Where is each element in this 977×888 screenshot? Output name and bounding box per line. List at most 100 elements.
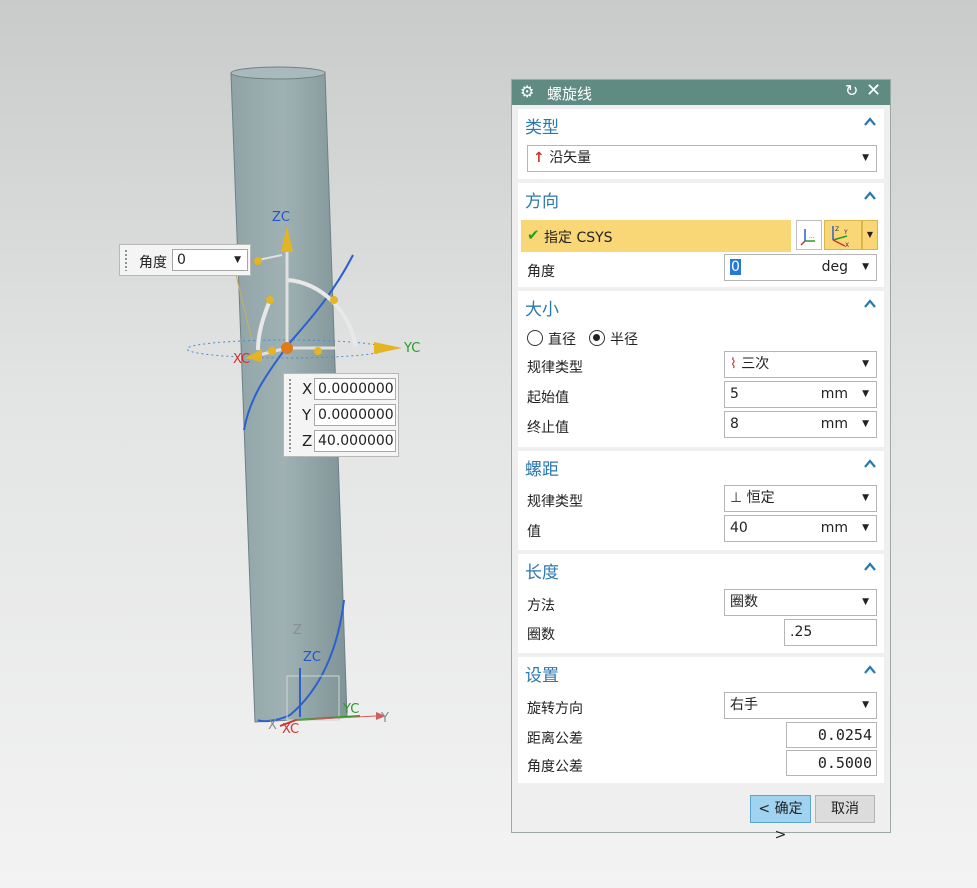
origin-handle bbox=[281, 342, 293, 354]
arc-handle-1 bbox=[266, 296, 274, 304]
constant-law-icon: ⊥ bbox=[730, 490, 743, 506]
distance-tolerance-input[interactable]: 0.0254 bbox=[786, 722, 877, 748]
ok-button[interactable]: < 确定 > bbox=[750, 795, 811, 843]
pitch-value-label: 值 bbox=[527, 524, 541, 540]
length-method-value: 圈数 bbox=[730, 594, 758, 610]
settings-group: 设置 旋转方向 右手 ▼ 距离公差 0.0254 角度公差 0.5000 bbox=[518, 657, 884, 783]
svg-text:Z: Z bbox=[835, 226, 839, 233]
chevron-down-icon: ▼ bbox=[862, 597, 869, 607]
direction-group: 方向 ✔ 指定 CSYS ... Z Y X ▼ 角度 0 deg ▼ bbox=[518, 183, 884, 287]
pitch-group: 螺距 规律类型 ⊥ 恒定 ▼ 值 40 mm ▼ bbox=[518, 451, 884, 550]
chevron-down-icon: ▼ bbox=[862, 262, 869, 272]
size-law-type-select[interactable]: ⌇ 三次 ▼ bbox=[724, 351, 877, 378]
start-value-input[interactable]: 5 mm ▼ bbox=[724, 381, 877, 408]
yc-axis-arrow bbox=[374, 342, 402, 354]
coord-row-y: Y 0.0000000 bbox=[298, 403, 398, 427]
direction-angle-label: 角度 bbox=[527, 264, 555, 280]
angle-tolerance-input[interactable]: 0.5000 bbox=[786, 750, 877, 776]
start-value-label: 起始值 bbox=[527, 390, 569, 406]
angle-popup-value: 0 bbox=[177, 252, 186, 268]
chevron-up-icon bbox=[864, 665, 876, 674]
angle-handle bbox=[254, 257, 262, 265]
arc-handle-3 bbox=[314, 347, 322, 355]
angle-tolerance-label: 角度公差 bbox=[527, 759, 583, 775]
csys-type-button[interactable]: Z Y X bbox=[824, 220, 862, 250]
coord-key: Y bbox=[302, 406, 312, 424]
angle-popup-select[interactable]: 0 ▼ bbox=[172, 249, 248, 271]
specify-csys-row[interactable]: ✔ 指定 CSYS bbox=[521, 220, 791, 252]
unit-label: mm bbox=[820, 416, 848, 432]
small-z-label: Z bbox=[293, 623, 302, 638]
size-group-header[interactable]: 大小 bbox=[518, 291, 884, 321]
distance-tolerance-label: 距离公差 bbox=[527, 731, 583, 747]
dialog-title: 螺旋线 bbox=[547, 85, 593, 103]
group-title: 方向 bbox=[525, 192, 559, 212]
type-group: 类型 ↑ 沿矢量 ▼ bbox=[518, 109, 884, 179]
diameter-radio[interactable] bbox=[527, 330, 543, 346]
chevron-up-icon bbox=[864, 299, 876, 308]
pitch-value-input[interactable]: 40 mm ▼ bbox=[724, 515, 877, 542]
dialog-titlebar[interactable]: ⚙ 螺旋线 ↻ ✕ bbox=[512, 80, 890, 105]
diameter-label: 直径 bbox=[548, 332, 576, 348]
coord-key: Z bbox=[302, 432, 313, 450]
direction-group-header[interactable]: 方向 bbox=[518, 183, 884, 213]
chevron-up-icon bbox=[864, 191, 876, 200]
start-value: 5 bbox=[730, 386, 739, 402]
chevron-up-icon bbox=[864, 459, 876, 468]
chevron-down-icon: ▼ bbox=[862, 493, 869, 503]
length-group-header[interactable]: 长度 bbox=[518, 554, 884, 584]
radius-label: 半径 bbox=[610, 332, 638, 348]
drag-grip[interactable] bbox=[288, 378, 292, 452]
direction-angle-input[interactable]: 0 deg ▼ bbox=[724, 254, 877, 281]
yc-label: YC bbox=[403, 341, 420, 356]
length-method-select[interactable]: 圈数 ▼ bbox=[724, 589, 877, 616]
settings-group-header[interactable]: 设置 bbox=[518, 657, 884, 687]
end-value: 8 bbox=[730, 416, 739, 432]
direction-angle-value: 0 bbox=[730, 259, 741, 275]
unit-label: mm bbox=[820, 520, 848, 536]
svg-text:Y: Y bbox=[843, 229, 848, 236]
turns-label: 圈数 bbox=[527, 627, 555, 643]
end-value-input[interactable]: 8 mm ▼ bbox=[724, 411, 877, 438]
group-title: 长度 bbox=[525, 563, 559, 583]
chevron-down-icon: ▼ bbox=[862, 700, 869, 710]
arc-handle-2 bbox=[330, 296, 338, 304]
cubic-law-icon: ⌇ bbox=[730, 356, 737, 372]
pitch-value: 40 bbox=[730, 520, 748, 536]
close-icon[interactable]: ✕ bbox=[866, 80, 881, 101]
size-law-type-label: 规律类型 bbox=[527, 360, 583, 376]
drag-grip[interactable] bbox=[124, 249, 128, 271]
arc-handle-4 bbox=[268, 347, 276, 355]
coordinate-popup: X 0.0000000 Y 0.0000000 Z 40.000000 bbox=[283, 373, 399, 457]
group-title: 螺距 bbox=[525, 460, 559, 480]
coord-x-input[interactable]: 0.0000000 bbox=[314, 378, 396, 400]
coord-z-input[interactable]: 40.000000 bbox=[314, 430, 396, 452]
type-group-header[interactable]: 类型 bbox=[518, 109, 884, 139]
xc-label: XC bbox=[233, 352, 250, 367]
turns-input[interactable]: .25 bbox=[784, 619, 877, 646]
chevron-down-icon: ▼ bbox=[862, 419, 869, 429]
pitch-law-type-label: 规律类型 bbox=[527, 494, 583, 510]
csys-dialog-button[interactable]: ... bbox=[796, 220, 822, 250]
chevron-up-icon bbox=[864, 117, 876, 126]
pitch-law-type-select[interactable]: ⊥ 恒定 ▼ bbox=[724, 485, 877, 512]
pitch-law-type-value: 恒定 bbox=[746, 490, 775, 506]
reset-icon[interactable]: ↻ bbox=[845, 81, 858, 100]
type-select[interactable]: ↑ 沿矢量 ▼ bbox=[527, 145, 877, 172]
radius-radio[interactable] bbox=[589, 330, 605, 346]
pitch-group-header[interactable]: 螺距 bbox=[518, 451, 884, 481]
end-value-label: 终止值 bbox=[527, 420, 569, 436]
coord-y-input[interactable]: 0.0000000 bbox=[314, 404, 396, 426]
csys-triad-icon: Z Y X bbox=[832, 226, 849, 249]
chevron-down-icon: ▼ bbox=[862, 523, 869, 533]
cancel-button[interactable]: 取消 bbox=[815, 795, 875, 823]
svg-text:X: X bbox=[845, 242, 849, 249]
chevron-down-icon[interactable]: ▼ bbox=[862, 220, 878, 250]
rotation-direction-select[interactable]: 右手 ▼ bbox=[724, 692, 877, 719]
chevron-down-icon: ▼ bbox=[862, 389, 869, 399]
rotation-direction-label: 旋转方向 bbox=[527, 701, 583, 717]
group-title: 大小 bbox=[525, 300, 559, 320]
coord-key: X bbox=[302, 380, 313, 398]
small-zc-label: ZC bbox=[303, 650, 321, 665]
rotation-direction-value: 右手 bbox=[730, 697, 758, 713]
